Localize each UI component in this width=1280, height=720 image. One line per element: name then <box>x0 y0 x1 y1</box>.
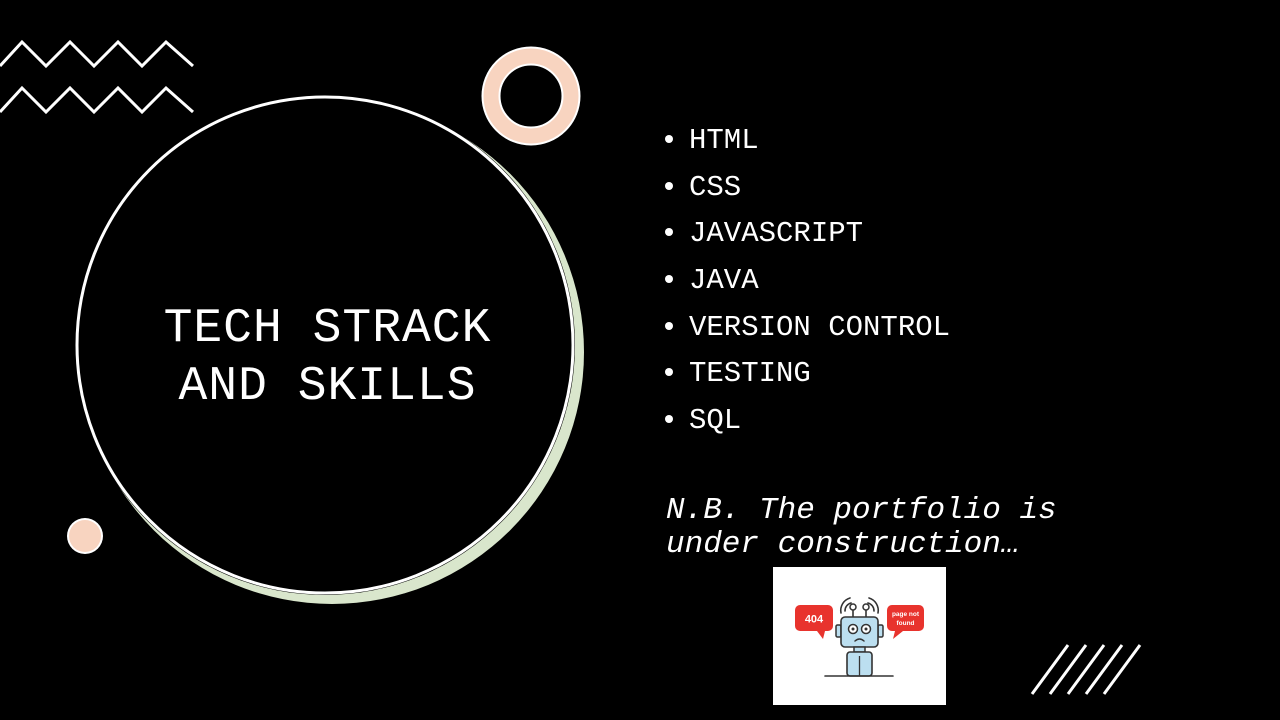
slide-title-line-2: AND SKILLS <box>178 360 477 414</box>
bullet-icon <box>665 275 673 284</box>
peach-ring-decoration <box>481 46 581 146</box>
skill-label: VERSION CONTROL <box>689 310 951 344</box>
skills-list: HTML CSS JAVASCRIPT JAVA VERSION CONTROL… <box>662 118 950 445</box>
robot-icon: 404 page not found <box>795 597 924 677</box>
bullet-icon <box>665 321 673 330</box>
list-item: JAVA <box>662 258 950 305</box>
not-found-text-line-1: page not <box>892 611 920 618</box>
slide: TECH STRACK AND SKILLS HTML CSS JAVASCRI… <box>0 0 1280 720</box>
list-item: SQL <box>662 398 950 445</box>
list-item: JAVASCRIPT <box>662 211 950 258</box>
diagonal-lines-decoration <box>1030 644 1142 695</box>
bullet-icon <box>665 135 673 143</box>
error-code-bubble: 404 <box>795 605 833 639</box>
error-code-text: 404 <box>805 614 824 626</box>
skill-label: JAVASCRIPT <box>689 217 864 251</box>
list-item: TESTING <box>662 351 950 398</box>
list-item: HTML <box>662 118 950 165</box>
skill-label: HTML <box>689 124 759 157</box>
skill-label: SQL <box>689 404 742 438</box>
bullet-icon <box>665 415 673 424</box>
list-item: VERSION CONTROL <box>662 305 950 352</box>
peach-dot-decoration <box>67 518 103 554</box>
bullet-icon <box>665 368 673 377</box>
slide-title-line-1: TECH STRACK <box>163 302 492 356</box>
slide-title: TECH STRACK AND SKILLS <box>100 300 555 416</box>
bullet-icon <box>665 228 673 237</box>
list-item: CSS <box>662 165 950 212</box>
skill-label: CSS <box>689 170 742 204</box>
skill-label: JAVA <box>689 264 759 298</box>
not-found-bubble: page not found <box>887 605 924 639</box>
skill-label: TESTING <box>689 357 811 391</box>
construction-note: N.B. The portfolio is under construction… <box>666 493 1057 562</box>
page-not-found-illustration: 404 page not found <box>773 567 946 705</box>
not-found-text-line-2: found <box>896 620 914 627</box>
bullet-icon <box>665 181 673 190</box>
